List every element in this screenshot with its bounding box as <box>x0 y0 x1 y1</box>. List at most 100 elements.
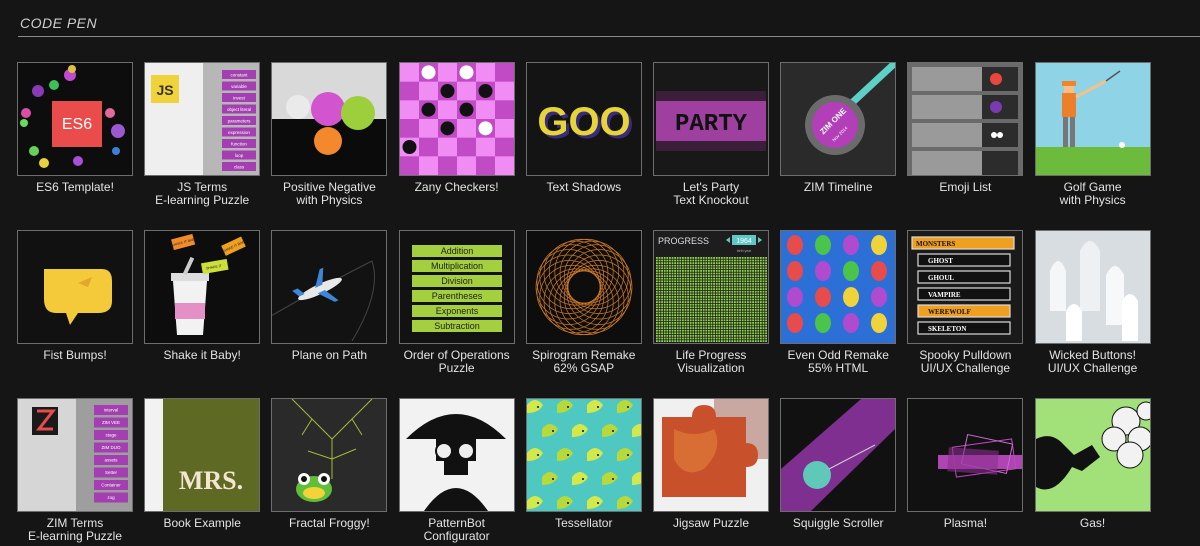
pen-thumbnail[interactable]: interval ZIM VEE stage ZIM DUO assets Se… <box>17 398 133 512</box>
pen-thumbnail[interactable]: MONSTERS GHOST GHOUL VAMPIRE WEREWOLF SK… <box>907 230 1024 344</box>
svg-text:Parentheses: Parentheses <box>431 291 482 301</box>
pen-thumbnail[interactable] <box>780 398 897 512</box>
svg-text:Setter: Setter <box>105 470 118 475</box>
pen-thumbnail[interactable] <box>1034 230 1151 344</box>
pen-title[interactable]: Order of Operations Puzzle <box>399 349 515 374</box>
pen-title[interactable]: Zany Checkers! <box>399 181 515 194</box>
pen-title[interactable]: Tessellator <box>526 517 642 530</box>
pen-thumbnail[interactable]: Addition Multiplication Division Parenth… <box>398 230 515 344</box>
pen-card-zim-terms[interactable]: interval ZIM VEE stage ZIM DUO assets Se… <box>17 398 133 542</box>
svg-text:Division: Division <box>441 276 473 286</box>
svg-text:JS: JS <box>157 82 174 98</box>
pen-card-squiggle-scroller[interactable]: Squiggle Scroller <box>780 398 897 530</box>
pen-card-even-odd-remake[interactable]: Even Odd Remake 55% HTML <box>780 230 897 374</box>
pen-thumbnail[interactable] <box>398 62 515 176</box>
pen-title[interactable]: Even Odd Remake 55% HTML <box>780 349 896 374</box>
pen-card-shake-it-baby[interactable]: SHAKE IT BABY SHAKE IT SHAKE IT BABY Shak… <box>144 230 261 362</box>
pen-title[interactable]: Plasma! <box>907 517 1023 530</box>
pen-title[interactable]: Fractal Froggy! <box>271 517 387 530</box>
pen-card-tessellator[interactable]: Tessellator <box>525 398 642 530</box>
pen-title[interactable]: Book Example <box>144 517 260 530</box>
pen-card-js-terms[interactable]: JS constant variable invest object liter… <box>144 62 261 206</box>
svg-text:ZIM VEE: ZIM VEE <box>102 420 120 425</box>
pen-thumbnail[interactable] <box>271 230 388 344</box>
svg-text:interval: interval <box>104 408 119 413</box>
pen-thumbnail[interactable] <box>525 230 642 344</box>
pen-thumbnail[interactable] <box>653 398 769 512</box>
pen-title-line: Zany Checkers! <box>414 180 499 194</box>
pen-thumbnail[interactable]: PARTY <box>653 62 769 176</box>
pen-title-line: ZIM Timeline <box>803 180 873 194</box>
pen-title[interactable]: ZIM Timeline <box>780 181 896 194</box>
pen-thumbnail[interactable] <box>398 398 515 512</box>
svg-text:constant: constant <box>231 73 249 78</box>
svg-text:loop: loop <box>235 153 244 158</box>
pen-title[interactable]: Golf Game with Physics <box>1035 181 1151 206</box>
pen-card-zany-checkers[interactable]: Zany Checkers! <box>398 62 515 194</box>
pen-title[interactable]: Positive Negative with Physics <box>271 181 387 206</box>
pen-thumbnail[interactable] <box>780 230 897 344</box>
pen-thumbnail[interactable]: JS constant variable invest object liter… <box>144 62 261 176</box>
pen-card-life-progress[interactable]: PROGRESS 1964 birth year Life Progress Vis… <box>653 230 769 374</box>
pen-card-golf-game[interactable]: Golf Game with Physics <box>1034 62 1151 206</box>
pen-title[interactable]: Life Progress Visualization <box>653 349 769 374</box>
pen-title[interactable]: Let's Party Text Knockout <box>653 181 769 206</box>
pen-card-text-shadows[interactable]: GOO GOO Text Shadows <box>525 62 642 194</box>
pen-thumbnail[interactable] <box>1034 398 1151 512</box>
pen-thumbnail[interactable] <box>907 62 1024 176</box>
pen-thumbnail[interactable]: MRS. <box>144 398 261 512</box>
pen-title[interactable]: PatternBot Configurator <box>399 517 515 542</box>
pen-title[interactable]: ES6 Template! <box>17 181 133 194</box>
pen-title[interactable]: Plane on Path <box>271 349 387 362</box>
pen-card-spirogram-remake[interactable]: Spirogram Remake 62% GSAP <box>525 230 642 374</box>
pen-title-line: 62% GSAP <box>553 360 615 375</box>
pen-title[interactable]: Jigsaw Puzzle <box>653 517 769 530</box>
pen-card-plasma[interactable]: Plasma! <box>907 398 1024 530</box>
pen-title[interactable]: Wicked Buttons! UI/UX Challenge <box>1035 349 1151 374</box>
svg-text:function: function <box>231 142 247 147</box>
pen-thumbnail[interactable]: SHAKE IT BABY SHAKE IT SHAKE IT BABY <box>144 230 261 344</box>
pen-title[interactable]: Gas! <box>1035 517 1151 530</box>
pen-card-emoji-list[interactable]: Emoji List <box>907 62 1024 194</box>
pen-title-line: JS Terms <box>177 180 228 194</box>
pen-title[interactable]: Fist Bumps! <box>17 349 133 362</box>
pen-card-es6-template[interactable]: ES6 ES6 Template! <box>17 62 133 194</box>
pen-card-plane-on-path[interactable]: Plane on Path <box>271 230 388 362</box>
svg-text:PROGRESS: PROGRESS <box>658 236 709 246</box>
pen-card-lets-party[interactable]: PARTY Let's Party Text Knockout <box>653 62 769 206</box>
pen-title[interactable]: Spirogram Remake 62% GSAP <box>526 349 642 374</box>
pen-card-fist-bumps[interactable]: Fist Bumps! <box>17 230 133 362</box>
pen-title[interactable]: Text Shadows <box>526 181 642 194</box>
pen-title[interactable]: ZIM Terms E-learning Puzzle <box>17 517 133 542</box>
pen-card-gas[interactable]: Gas! <box>1034 398 1151 530</box>
pen-card-spooky-pulldown[interactable]: MONSTERS GHOST GHOUL VAMPIRE WEREWOLF SK… <box>907 230 1024 374</box>
pen-card-positive-negative[interactable]: Positive Negative with Physics <box>271 62 388 206</box>
pen-thumbnail[interactable] <box>907 398 1024 512</box>
pen-title[interactable]: Emoji List <box>907 181 1023 194</box>
pen-title[interactable]: Spooky Pulldown UI/UX Challenge <box>907 349 1023 374</box>
svg-text:variable: variable <box>231 84 247 89</box>
pen-title[interactable]: Squiggle Scroller <box>780 517 896 530</box>
pen-title[interactable]: Shake it Baby! <box>144 349 260 362</box>
pen-card-zim-timeline[interactable]: ZIM ONE Nov 2014 ZIM Timeline <box>780 62 897 194</box>
pen-card-jigsaw-puzzle[interactable]: Jigsaw Puzzle <box>653 398 769 530</box>
svg-text:Multiplication: Multiplication <box>431 261 483 271</box>
pen-thumbnail[interactable]: GOO GOO <box>525 62 642 176</box>
pen-card-order-of-operations[interactable]: Addition Multiplication Division Parenth… <box>398 230 515 374</box>
pen-thumbnail[interactable] <box>1034 62 1151 176</box>
pen-thumbnail[interactable] <box>271 62 388 176</box>
pen-thumbnail[interactable]: ZIM ONE Nov 2014 <box>780 62 897 176</box>
pen-card-patternbot[interactable]: PatternBot Configurator <box>398 398 515 542</box>
pen-title-line: Fractal Froggy! <box>289 516 370 530</box>
pen-card-wicked-buttons[interactable]: Wicked Buttons! UI/UX Challenge <box>1034 230 1151 374</box>
pen-card-book-example[interactable]: MRS. Book Example <box>144 398 261 530</box>
pen-title-line: Wicked Buttons! <box>1049 348 1136 362</box>
pen-card-fractal-froggy[interactable]: Fractal Froggy! <box>271 398 388 530</box>
pen-thumbnail[interactable] <box>17 230 133 344</box>
pen-thumbnail[interactable] <box>525 398 642 512</box>
pen-title[interactable]: JS Terms E-learning Puzzle <box>144 181 260 206</box>
pen-thumbnail[interactable] <box>271 398 388 512</box>
pen-thumbnail[interactable]: ES6 <box>17 62 133 176</box>
pen-thumbnail[interactable]: PROGRESS 1964 birth year <box>653 230 769 344</box>
svg-text:class: class <box>234 165 245 170</box>
